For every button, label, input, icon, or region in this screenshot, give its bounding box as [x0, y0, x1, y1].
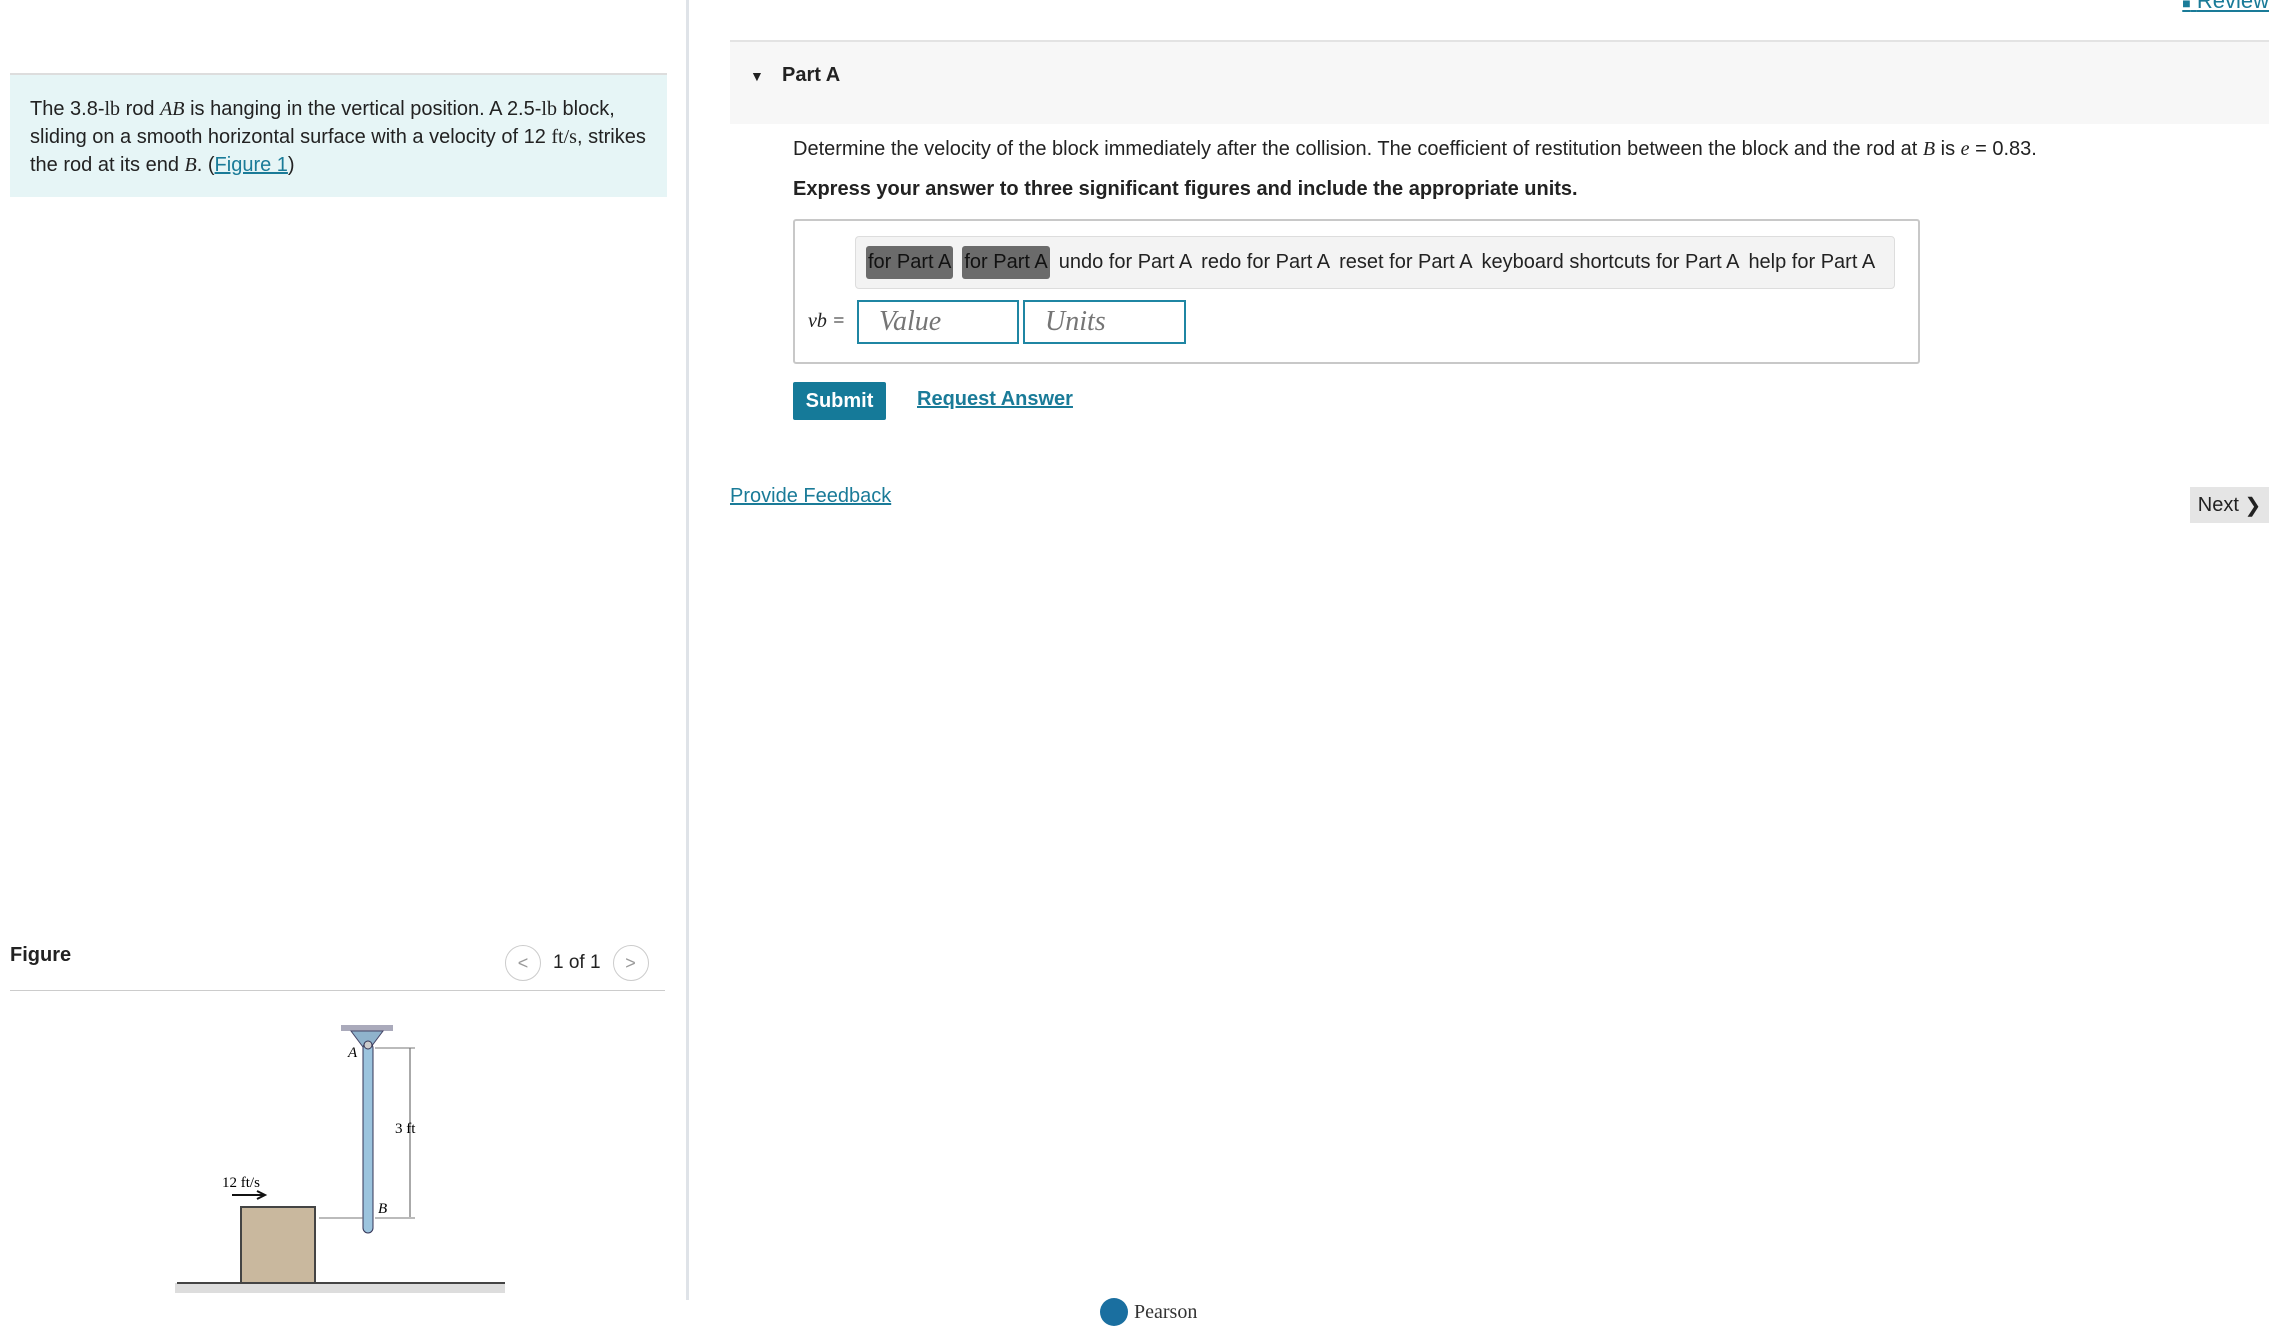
- problem-statement: The 3.8-lb rod AB is hanging in the vert…: [10, 73, 667, 197]
- figure-pager: < 1 of 1 >: [505, 945, 649, 981]
- undo-button[interactable]: undo for Part A: [1059, 251, 1192, 274]
- submit-button[interactable]: Submit: [793, 382, 886, 420]
- text: is: [1935, 138, 1961, 160]
- request-answer-link[interactable]: Request Answer: [917, 388, 1073, 411]
- text: B: [184, 154, 197, 176]
- block: [240, 1206, 316, 1284]
- text: AB: [160, 98, 185, 120]
- figure-image: 3 ft A B 12 ft/s: [175, 1025, 505, 1293]
- length-label: 3 ft: [395, 1121, 416, 1137]
- review-link[interactable]: ■ Review: [2182, 0, 2269, 14]
- figure-link[interactable]: Figure 1: [215, 154, 288, 176]
- text: is hanging in the vertical position. A 2…: [184, 98, 542, 120]
- point-a-label: A: [347, 1045, 358, 1061]
- answer-label: vb =: [808, 310, 846, 332]
- help-button[interactable]: help for Part A: [1748, 251, 1875, 274]
- part-a-header[interactable]: ▼ Part A: [730, 40, 2269, 124]
- value-input[interactable]: [857, 300, 1019, 344]
- divider: [10, 990, 665, 991]
- review-icon: ■: [2182, 0, 2191, 11]
- units-input[interactable]: [1023, 300, 1186, 344]
- arrow-right-icon: [232, 1190, 268, 1200]
- pearson-logo: Pearson: [1100, 1298, 1197, 1326]
- template-button[interactable]: for Part A: [866, 246, 954, 279]
- text: = 0.83.: [1969, 138, 2037, 160]
- caret-down-icon: ▼: [750, 68, 764, 84]
- chevron-right-icon: ❯: [2244, 494, 2262, 517]
- symbol-button[interactable]: for Part A: [962, 246, 1050, 279]
- text: . (: [196, 154, 215, 176]
- math-toolbar: for Part A for Part A undo for Part A re…: [855, 236, 1895, 289]
- keyboard-shortcuts-button[interactable]: keyboard shortcuts for Part A: [1482, 251, 1740, 274]
- redo-button[interactable]: redo for Part A: [1201, 251, 1330, 274]
- part-title: Part A: [782, 64, 841, 86]
- reset-button[interactable]: reset for Part A: [1339, 251, 1472, 274]
- text: B: [1922, 138, 1936, 160]
- question-text: Determine the velocity of the block imme…: [793, 138, 2037, 161]
- text: ): [287, 154, 295, 176]
- ground: [175, 1283, 505, 1293]
- prev-figure-button[interactable]: <: [505, 945, 541, 981]
- pager-text: 1 of 1: [553, 952, 601, 973]
- figure-title: Figure: [10, 944, 72, 966]
- instruction-text: Express your answer to three significant…: [793, 178, 1578, 200]
- provide-feedback-link[interactable]: Provide Feedback: [730, 485, 891, 508]
- text: lb: [104, 98, 121, 120]
- text: e: [1960, 138, 1970, 160]
- panel-divider[interactable]: [686, 0, 689, 1300]
- brand-name: Pearson: [1134, 1300, 1198, 1323]
- rod: [362, 1042, 374, 1234]
- text: rod: [120, 98, 161, 120]
- next-button[interactable]: Next ❯: [2190, 487, 2269, 523]
- text: lb: [541, 98, 557, 120]
- next-figure-button[interactable]: >: [612, 945, 649, 981]
- text: The 3.8-: [30, 98, 105, 120]
- speed-label: 12 ft/s: [222, 1175, 260, 1191]
- point-b-label: B: [378, 1201, 387, 1217]
- text: Determine the velocity of the block imme…: [793, 138, 1923, 160]
- pearson-icon: [1100, 1298, 1128, 1326]
- text: ft/s: [551, 126, 577, 148]
- review-label: Review: [2196, 0, 2269, 13]
- next-label: Next: [2197, 493, 2239, 516]
